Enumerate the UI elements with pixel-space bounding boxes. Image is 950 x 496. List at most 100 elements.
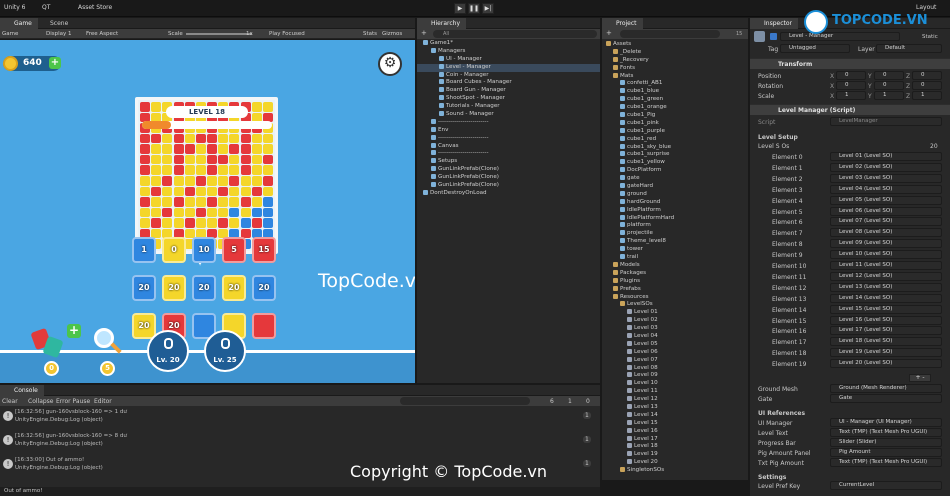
editor-dropdown[interactable]: Editor [94,398,112,405]
play-mode-dropdown[interactable]: Play Focused [269,31,305,37]
project-item[interactable]: LevelSOs [606,301,748,309]
gun-block[interactable]: 20 [252,275,276,301]
hierarchy-item[interactable]: Sound - Manager [417,111,600,119]
element-field[interactable]: Level 14 (Level SO) [830,293,942,303]
transform-z-field[interactable]: 0 [912,71,942,80]
gate-field[interactable]: Gate [830,394,942,403]
tab-project[interactable]: Project [602,18,643,29]
log-line[interactable]: [16:32:56] gun-160vsblock-160 => 1 dư [15,409,127,415]
hierarchy-item[interactable]: DontDestroyOnLoad [417,189,600,198]
project-item[interactable]: IdlePlatformHard [606,214,748,223]
gun-block[interactable]: 5 [222,237,246,263]
asset-store-button[interactable]: Asset Store [78,4,112,11]
element-field[interactable]: Level 03 (Level SO) [830,173,942,183]
hierarchy-item[interactable]: Setups [417,158,600,166]
gun-block[interactable]: 20 [132,275,156,301]
hierarchy-item[interactable]: Canvas [417,142,600,151]
play-button[interactable]: ▶ [454,3,466,14]
add-remove-element-button[interactable]: + - [909,374,931,382]
project-item[interactable]: Level 10 [606,380,748,388]
project-item[interactable]: confetti_AB1 [606,80,748,88]
gun-block[interactable]: 15 [252,237,276,263]
aspect-dropdown[interactable]: Free Aspect [86,31,118,37]
project-item[interactable]: cube1_Pig [606,112,748,120]
project-item[interactable]: cube1_sky_blue [606,143,748,152]
project-item[interactable]: Plugins [606,277,748,286]
tab-inspector[interactable]: Inspector [750,18,798,29]
element-field[interactable]: Level 18 (Level SO) [830,337,942,347]
project-item[interactable]: Level 03 [606,325,748,333]
log-line[interactable]: [16:32:56] gun-160vsblock-160 => 8 dư [15,433,127,439]
project-item[interactable]: tower [606,246,748,254]
element-field[interactable]: Level 08 (Level SO) [830,228,942,238]
gun-block[interactable]: 0 [162,237,186,263]
project-item[interactable]: _Recovery [606,56,748,65]
layer-dropdown[interactable]: Default [876,44,942,53]
transform-x-field[interactable]: 1 [836,91,866,100]
transform-z-field[interactable]: 0 [912,81,942,90]
hierarchy-item[interactable]: GunLinkPrefab(Clone) [417,182,600,190]
reference-field[interactable]: Slider (Slider) [830,438,942,447]
project-item[interactable]: Mats [606,72,748,81]
project-item[interactable]: cube1_red [606,135,748,144]
project-item[interactable]: Level 15 [606,419,748,428]
transform-z-field[interactable]: 1 [912,91,942,100]
hierarchy-item[interactable]: ------------------------- [417,134,600,143]
project-item[interactable]: Packages [606,269,748,278]
project-item[interactable]: Resources [606,293,748,302]
transform-x-field[interactable]: 0 [836,81,866,90]
shuffle-booster-button[interactable]: + [30,324,81,360]
reference-field[interactable]: UI - Manager (UI Manager) [830,418,942,427]
account-menu[interactable]: QT [42,4,50,11]
project-item[interactable]: Level 17 [606,435,748,444]
project-item[interactable]: Models [606,261,748,270]
transform-y-field[interactable]: 1 [874,91,904,100]
project-item[interactable]: Level 11 [606,388,748,396]
hierarchy-item[interactable]: Level - Manager [417,63,600,72]
transform-header[interactable]: Transform [750,58,950,69]
tab-hierarchy[interactable]: Hierarchy [417,18,467,29]
hierarchy-item[interactable]: Coin - Manager [417,71,600,80]
log-count[interactable]: 6 [550,398,554,405]
hierarchy-item[interactable]: GunLinkPrefab(Clone) [417,174,600,182]
error-pause-button[interactable]: Error Pause [56,398,90,405]
project-item[interactable]: Level 01 [606,309,748,317]
step-button[interactable]: ▶| [482,3,494,14]
element-field[interactable]: Level 09 (Level SO) [830,239,942,249]
pause-button[interactable]: ❚❚ [468,3,480,14]
gun-block[interactable]: 20 [192,275,216,301]
console-search[interactable] [400,397,530,405]
log-stack[interactable]: UnityEngine.Debug:Log (object) [15,417,103,423]
add-booster-button[interactable]: + [67,324,81,338]
gun-block[interactable]: 10 [192,237,216,263]
project-item[interactable]: Level 09 [606,372,748,380]
project-item[interactable]: cube1_purple [606,127,748,136]
element-field[interactable]: Level 06 (Level SO) [830,206,942,216]
project-item[interactable]: Level 04 [606,332,748,341]
project-item[interactable]: Level 19 [606,451,748,459]
log-line[interactable]: [16:33:00] Out of ammo! [15,457,84,463]
element-field[interactable]: Level 07 (Level SO) [830,217,942,227]
error-count[interactable]: 0 [586,398,590,405]
hierarchy-item[interactable]: GunLinkPrefab(Clone) [417,166,600,174]
tag-dropdown[interactable]: Untagged [780,44,850,53]
hierarchy-item[interactable]: Game1* [417,40,600,48]
warning-count[interactable]: 1 [568,398,572,405]
element-field[interactable]: Level 13 (Level SO) [830,282,942,292]
project-item[interactable]: Level 14 [606,411,748,420]
add-object-icon[interactable]: + [421,30,431,38]
tab-game[interactable]: Game [0,18,38,29]
project-item[interactable]: trail [606,254,748,262]
transform-y-field[interactable]: 0 [874,71,904,80]
hierarchy-search[interactable]: All [433,30,597,38]
project-item[interactable]: cube1_green [606,96,748,104]
gun-block[interactable]: 20 [222,275,246,301]
add-coin-button[interactable]: + [49,57,61,69]
project-item[interactable]: cube1_orange [606,104,748,112]
hierarchy-item[interactable]: Board Gun - Manager [417,87,600,95]
display-dropdown[interactable]: Display 1 [46,31,72,37]
hierarchy-item[interactable]: Tutorials - Manager [417,103,600,111]
level-sos-foldout[interactable]: Level S Os [758,143,789,150]
project-item[interactable]: Level 20 [606,459,748,467]
hierarchy-item[interactable]: Env [417,126,600,135]
